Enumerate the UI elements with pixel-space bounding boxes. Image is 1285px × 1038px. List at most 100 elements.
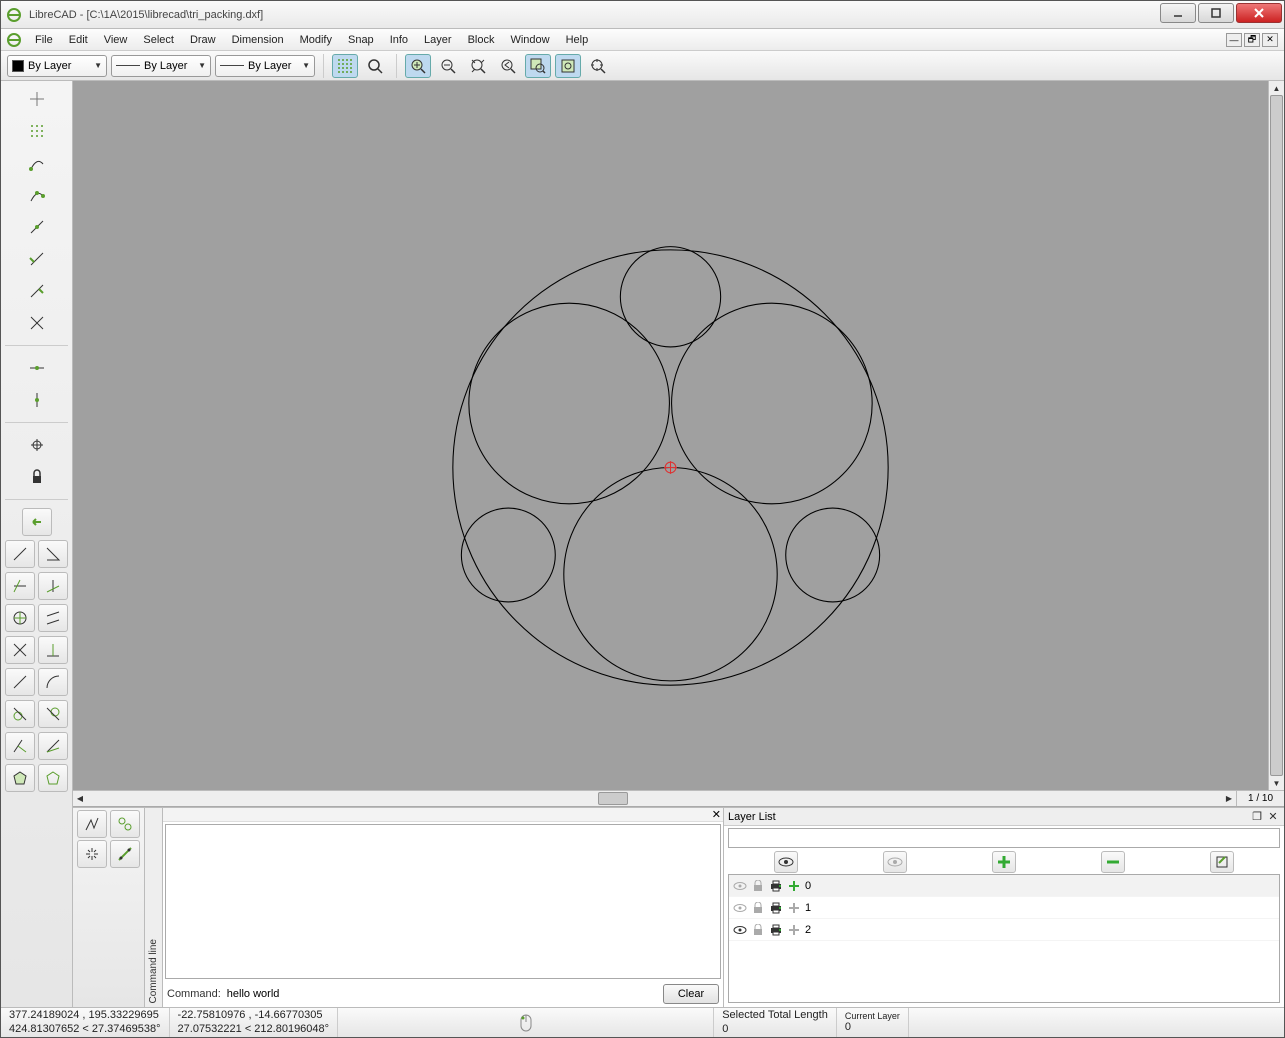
back-button[interactable] xyxy=(22,508,52,536)
tool-angle-button[interactable] xyxy=(38,540,68,568)
tool-horizontal-button[interactable] xyxy=(5,572,35,600)
menu-help[interactable]: Help xyxy=(558,32,597,48)
tool-perpendicular-button[interactable] xyxy=(38,636,68,664)
layer-list[interactable]: 0 1 xyxy=(728,874,1280,1003)
statusbar: 377.24189024 , 195.33229695 424.81307652… xyxy=(1,1007,1284,1037)
layer-filter-input[interactable] xyxy=(728,828,1280,848)
menu-info[interactable]: Info xyxy=(382,32,416,48)
lock-icon[interactable] xyxy=(751,901,765,915)
menu-block[interactable]: Block xyxy=(460,32,503,48)
snap-intersection-button[interactable] xyxy=(22,309,52,337)
layer-hide-all-button[interactable] xyxy=(883,851,907,873)
layer-row[interactable]: 1 xyxy=(729,897,1279,919)
restrict-vertical-button[interactable] xyxy=(22,386,52,414)
tool-line-button[interactable] xyxy=(5,540,35,568)
construction-icon[interactable] xyxy=(787,923,801,937)
mdi-close-button[interactable]: ✕ xyxy=(1262,33,1278,47)
layer-remove-button[interactable] xyxy=(1101,851,1125,873)
snap-on-entity-button[interactable] xyxy=(22,181,52,209)
tool-measure-button[interactable] xyxy=(110,840,140,868)
lock-relative-zero-button[interactable] xyxy=(22,463,52,491)
menu-window[interactable]: Window xyxy=(502,32,557,48)
horizontal-scrollbar[interactable]: ◀ ▶ 1 / 10 xyxy=(73,790,1284,806)
tool-bisector-button[interactable] xyxy=(5,636,35,664)
menu-snap[interactable]: Snap xyxy=(340,32,382,48)
command-clear-button[interactable]: Clear xyxy=(663,984,719,1004)
layer-close-button[interactable]: ✕ xyxy=(1266,810,1280,823)
print-icon[interactable] xyxy=(769,923,783,937)
command-tab[interactable]: Command line xyxy=(145,808,163,1007)
tool-parallel-button[interactable] xyxy=(38,604,68,632)
snap-grid-button[interactable] xyxy=(22,117,52,145)
window-title: LibreCAD - [C:\1A\2015\librecad\tri_pack… xyxy=(27,9,1160,21)
zoom-out-button[interactable] xyxy=(435,54,461,78)
tool-orthogonal-button[interactable] xyxy=(5,732,35,760)
lock-icon[interactable] xyxy=(751,923,765,937)
mdi-controls: — 🗗 ✕ xyxy=(1226,33,1280,47)
layer-show-all-button[interactable] xyxy=(774,851,798,873)
construction-icon[interactable] xyxy=(787,901,801,915)
eye-icon[interactable] xyxy=(733,901,747,915)
tool-relative-angle-button[interactable] xyxy=(38,732,68,760)
menu-view[interactable]: View xyxy=(96,32,136,48)
maximize-button[interactable] xyxy=(1198,3,1234,23)
snap-distance-button[interactable] xyxy=(22,277,52,305)
snap-free-button[interactable] xyxy=(22,85,52,113)
close-button[interactable] xyxy=(1236,3,1282,23)
print-icon[interactable] xyxy=(769,901,783,915)
command-close-button[interactable]: ✕ xyxy=(163,808,723,822)
zoom-previous-button[interactable] xyxy=(495,54,521,78)
menu-dimension[interactable]: Dimension xyxy=(224,32,292,48)
menu-file[interactable]: File xyxy=(27,32,61,48)
linetype-combo[interactable]: By Layer▼ xyxy=(215,55,315,77)
eye-icon[interactable] xyxy=(733,923,747,937)
tool-explode-button[interactable] xyxy=(77,840,107,868)
eye-icon[interactable] xyxy=(733,879,747,893)
linewidth-combo[interactable]: By Layer▼ xyxy=(111,55,211,77)
layer-undock-button[interactable]: ❐ xyxy=(1250,810,1264,823)
command-log[interactable] xyxy=(165,824,721,979)
layer-add-button[interactable] xyxy=(992,851,1016,873)
tool-polygon-cor-button[interactable] xyxy=(38,764,68,792)
set-relative-zero-button[interactable] xyxy=(22,431,52,459)
menu-modify[interactable]: Modify xyxy=(292,32,340,48)
snap-endpoint-button[interactable] xyxy=(22,149,52,177)
zoom-auto-button[interactable] xyxy=(465,54,491,78)
snap-middle-button[interactable] xyxy=(22,245,52,273)
color-combo[interactable]: By Layer▼ xyxy=(7,55,107,77)
restrict-horizontal-button[interactable] xyxy=(22,354,52,382)
mdi-minimize-button[interactable]: — xyxy=(1226,33,1242,47)
tool-polyline-button[interactable] xyxy=(110,810,140,838)
menu-layer[interactable]: Layer xyxy=(416,32,460,48)
layer-row[interactable]: 2 xyxy=(729,919,1279,941)
snap-center-button[interactable] xyxy=(22,213,52,241)
construction-icon[interactable] xyxy=(787,879,801,893)
drawing-canvas[interactable] xyxy=(73,81,1268,790)
layer-edit-button[interactable] xyxy=(1210,851,1234,873)
menu-edit[interactable]: Edit xyxy=(61,32,96,48)
tool-rectangle-button[interactable] xyxy=(5,604,35,632)
mdi-restore-button[interactable]: 🗗 xyxy=(1244,33,1260,47)
tool-circle-tan2-button[interactable] xyxy=(38,700,68,728)
zoom-pan-button[interactable] xyxy=(555,54,581,78)
zoom-in-button[interactable] xyxy=(405,54,431,78)
print-icon[interactable] xyxy=(769,879,783,893)
app-logo-icon xyxy=(5,31,23,49)
command-input[interactable] xyxy=(227,988,657,1000)
zoom-extents-button[interactable] xyxy=(585,54,611,78)
lock-icon[interactable] xyxy=(751,879,765,893)
tool-polygon-cen-button[interactable] xyxy=(5,764,35,792)
menu-select[interactable]: Select xyxy=(135,32,182,48)
tool-circle-tan-button[interactable] xyxy=(5,700,35,728)
tool-vertical-button[interactable] xyxy=(38,572,68,600)
zoom-window-button[interactable] xyxy=(525,54,551,78)
vertical-scrollbar[interactable]: ▲▼ xyxy=(1268,81,1284,790)
zoom-redraw-button[interactable] xyxy=(362,54,388,78)
grid-toggle-button[interactable] xyxy=(332,54,358,78)
tool-arc-button[interactable] xyxy=(38,668,68,696)
menu-draw[interactable]: Draw xyxy=(182,32,224,48)
minimize-button[interactable] xyxy=(1160,3,1196,23)
layer-row[interactable]: 0 xyxy=(729,875,1279,897)
tool-freehand-button[interactable] xyxy=(77,810,107,838)
tool-tangent-button[interactable] xyxy=(5,668,35,696)
